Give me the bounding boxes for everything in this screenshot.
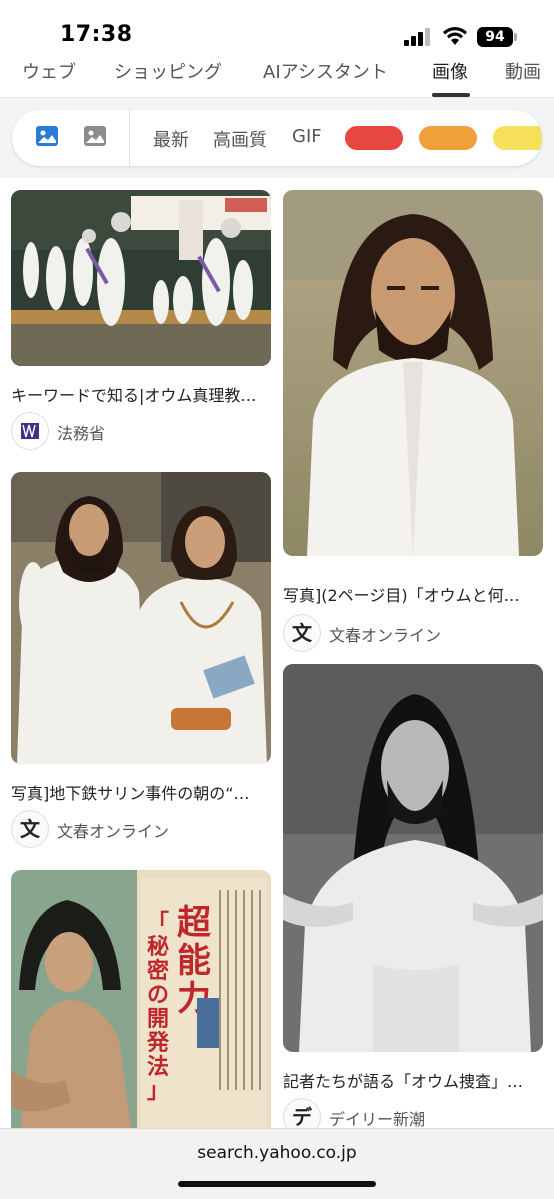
svg-text:発: 発 [146,1030,170,1056]
result-title[interactable]: キーワードで知る|オウム真理教… [11,382,271,406]
result-image[interactable] [283,664,543,1052]
result-card[interactable]: 記者たちが語る「オウム捜査」… デ デイリー新潮 [283,664,543,1128]
color-filter-orange[interactable] [419,126,477,150]
source-name: 法務省 [57,424,106,443]
source-name: 文春オンライン [57,822,170,841]
tab-shopping[interactable]: ショッピング [114,58,222,84]
signal-icon [404,28,434,46]
url-text[interactable]: search.yahoo.co.jp [0,1143,554,1163]
filter-area: 最新 高画質 GIF [0,98,554,178]
filter-gif[interactable]: GIF [292,126,322,147]
filter-latest[interactable]: 最新 [153,126,189,152]
color-filter-red[interactable] [345,126,403,150]
tab-images[interactable]: 画像 [432,58,468,84]
svg-text:法: 法 [147,1054,169,1080]
tab-videos[interactable]: 動画 [505,58,541,84]
svg-text:の: の [147,982,169,1008]
active-tab-indicator [432,93,470,97]
home-indicator [178,1181,376,1187]
svg-text:秘: 秘 [147,934,169,960]
filter-high-quality[interactable]: 高画質 [213,126,267,152]
svg-text:超: 超 [177,903,212,943]
result-title[interactable]: 写真](2ページ目)「オウムと何… [283,582,543,606]
result-card[interactable]: キーワードで知る|オウム真理教… 法務省 [11,190,271,452]
bunshun-logo: 文 [283,614,321,652]
ministry-of-justice-logo [11,412,49,450]
result-source[interactable]: 法務省 [11,412,271,450]
result-title[interactable]: 写真]地下鉄サリン事件の朝の“… [11,780,271,804]
svg-text:開: 開 [147,1006,169,1032]
status-time: 17:38 [60,22,133,47]
result-card[interactable]: 写真](2ページ目)「オウムと何… 文 文春オンライン [283,190,543,652]
source-name: デイリー新潮 [329,1110,426,1128]
image-results: キーワードで知る|オウム真理教… 法務省 写真](2ページ目)「オウムと何… 文… [0,178,554,1128]
result-image[interactable]: 超 能 力 「 秘 密 の 開 発 法 」 [11,870,271,1128]
color-filter-yellow[interactable] [493,126,542,150]
svg-text:能: 能 [177,941,211,981]
browser-url-bar[interactable]: search.yahoo.co.jp [0,1128,554,1199]
battery-tip [514,33,517,41]
daily-shincho-logo: デ [283,1098,321,1128]
bunshun-logo: 文 [11,810,49,848]
result-card[interactable]: 写真]地下鉄サリン事件の朝の“… 文 文春オンライン [11,472,271,850]
result-image[interactable] [11,472,271,764]
svg-text:「: 「 [147,910,169,936]
status-bar: 17:38 94 [0,0,554,58]
wifi-icon [442,26,468,46]
result-source[interactable]: 文 文春オンライン [11,810,271,848]
result-source[interactable]: 文 文春オンライン [283,614,543,652]
result-image[interactable] [283,190,543,556]
svg-text:」: 」 [147,1078,169,1104]
photo-filter-icon[interactable] [83,125,107,147]
result-title[interactable]: 記者たちが語る「オウム捜査」… [283,1068,543,1092]
search-tabs: ウェブ ショッピング AIアシスタント 画像 動画 [0,58,554,98]
result-card[interactable]: 超 能 力 「 秘 密 の 開 発 法 」 [11,870,271,1128]
tab-ai-assistant[interactable]: AIアシスタント [263,58,388,84]
result-image[interactable] [11,190,271,366]
svg-text:密: 密 [147,958,169,984]
tab-web[interactable]: ウェブ [22,58,76,84]
filter-bar: 最新 高画質 GIF [12,110,542,166]
filter-divider [129,110,130,166]
result-source[interactable]: デ デイリー新潮 [283,1098,543,1128]
image-filter-icon[interactable] [35,125,59,147]
battery-icon: 94 [477,27,513,47]
source-name: 文春オンライン [329,626,442,645]
